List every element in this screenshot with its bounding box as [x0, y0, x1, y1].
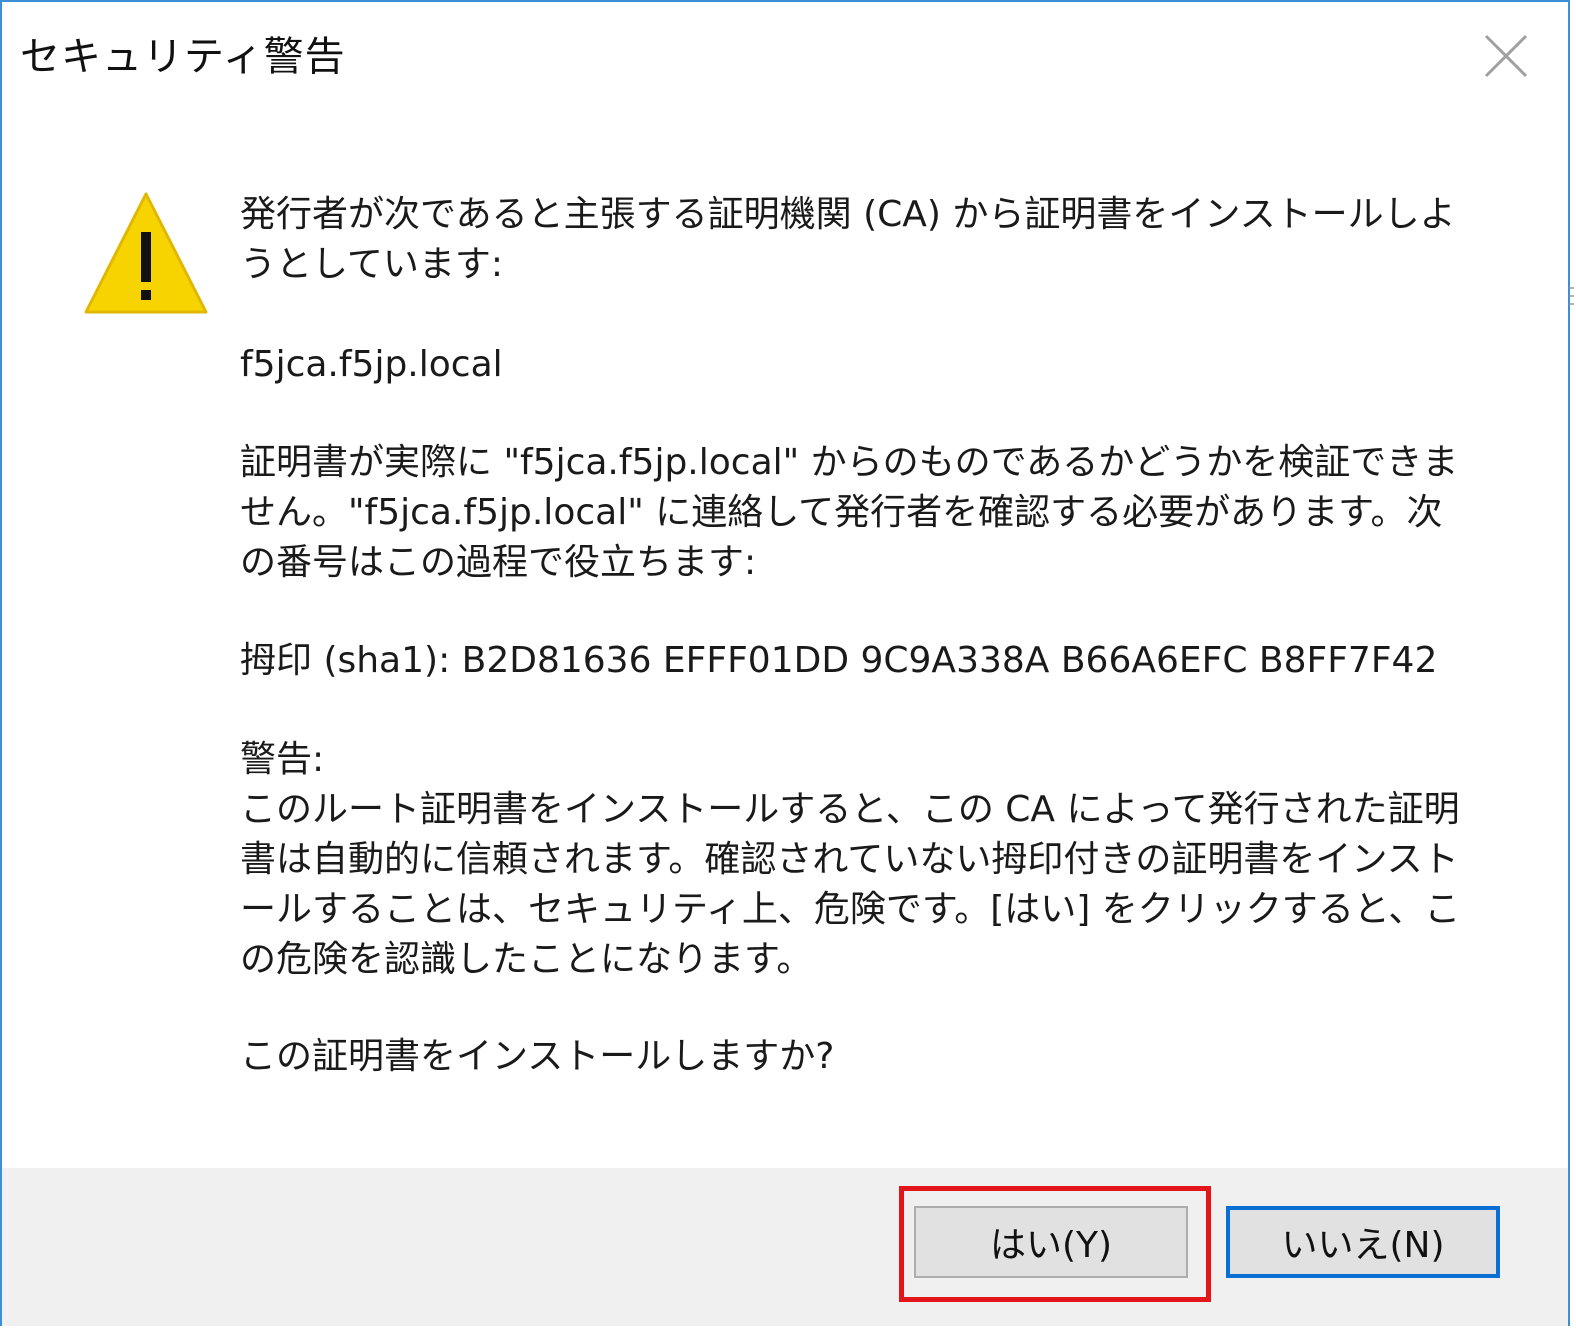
yes-button[interactable]: はい(Y) [914, 1206, 1188, 1278]
warning-triangle-icon [82, 190, 210, 316]
no-button[interactable]: いいえ(N) [1226, 1206, 1500, 1278]
dialog-title: セキュリティ警告 [20, 34, 346, 80]
close-button[interactable] [1474, 24, 1538, 88]
window-edge-grip [1568, 276, 1574, 316]
thumbprint-text: 拇印 (sha1): B2D81636 EFFF01DD 9C9A338A B6… [240, 640, 1438, 681]
issuer-name: f5jca.f5jp.local [240, 344, 503, 385]
warning-body-text: このルート証明書をインストールすると、この CA によって発行された証明書は自動… [240, 789, 1461, 980]
security-warning-dialog: セキュリティ警告 発行者が次であると主張する証明機関 (CA) から証明書をイン… [0, 0, 1570, 1326]
ca-notice-text: 発行者が次であると主張する証明機関 (CA) から証明書をインストールしようとし… [240, 194, 1456, 285]
install-question: この証明書をインストールしますか? [240, 1036, 835, 1077]
close-icon [1484, 34, 1528, 78]
warning-heading: 警告: [240, 739, 325, 780]
verify-notice-text: 証明書が実際に "f5jca.f5jp.local" からのものであるかどうかを… [240, 442, 1459, 583]
